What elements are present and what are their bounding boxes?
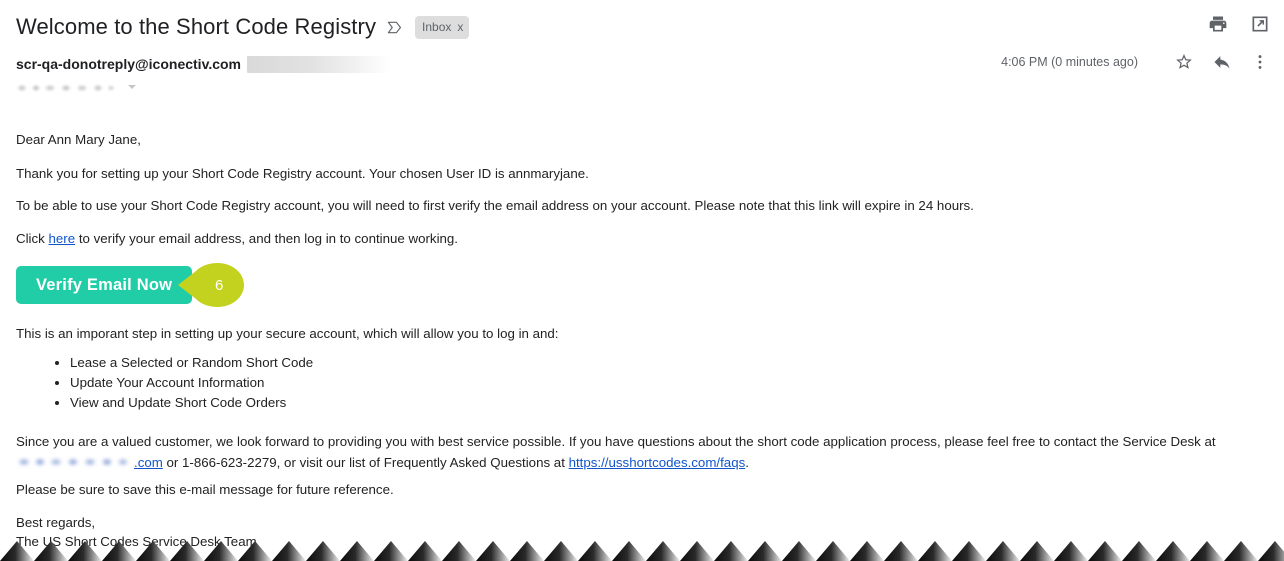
recipient-line[interactable] — [16, 80, 1268, 94]
label-chip-remove-icon[interactable]: x — [457, 21, 463, 33]
more-options-icon[interactable] — [1250, 52, 1270, 72]
body-save-note: Please be sure to save this e-mail messa… — [16, 482, 394, 497]
header-actions — [1208, 14, 1270, 34]
list-item: Update Your Account Information — [70, 373, 313, 393]
sender-detail-redacted — [247, 55, 389, 73]
page-title: Welcome to the Short Code Registry — [16, 14, 377, 39]
message-timestamp: 4:06 PM (0 minutes ago) — [1001, 55, 1138, 69]
here-link[interactable]: here — [49, 231, 76, 246]
reply-icon[interactable] — [1212, 52, 1232, 72]
recipient-redacted — [16, 81, 120, 93]
body-contact-paragraph: Since you are a valued customer, we look… — [16, 431, 1271, 473]
contact-text-part3: . — [745, 455, 749, 470]
click-suffix-text: to verify your email address, and then l… — [75, 231, 459, 246]
message-meta-actions: 4:06 PM (0 minutes ago) — [1001, 52, 1270, 72]
chevron-down-icon[interactable] — [128, 85, 136, 89]
contact-text-part2: or 1-866-623-2279, or visit our list of … — [162, 455, 569, 470]
body-regards: Best regards, — [16, 515, 96, 530]
body-verify-note: To be able to use your Short Code Regist… — [16, 198, 974, 213]
service-desk-email-link[interactable]: .com — [16, 455, 163, 470]
open-in-new-window-icon[interactable] — [1250, 14, 1270, 34]
service-desk-email-suffix: .com — [134, 455, 163, 470]
subject-header: Welcome to the Short Code Registry Inbox… — [0, 0, 1284, 40]
list-item: Lease a Selected or Random Short Code — [70, 353, 313, 373]
print-icon[interactable] — [1208, 14, 1228, 34]
service-desk-email-redacted — [16, 456, 134, 468]
verify-email-now-button[interactable]: Verify Email Now — [16, 266, 193, 304]
label-chip-text: Inbox — [422, 19, 452, 34]
body-thanks-paragraph: Thank you for setting up your Short Code… — [16, 166, 589, 181]
list-item: View and Update Short Code Orders — [70, 393, 313, 413]
star-icon[interactable] — [1174, 52, 1194, 72]
benefits-list: Lease a Selected or Random Short Code Up… — [40, 353, 313, 413]
body-click-line: Click here to verify your email address,… — [16, 232, 458, 245]
faqs-link[interactable]: https://usshortcodes.com/faqs — [569, 455, 746, 470]
message-meta-row: scr-qa-donotreply@iconectiv.com 4:06 PM … — [0, 40, 1284, 94]
cta-group: Verify Email Now 6 — [16, 263, 245, 307]
label-chip-inbox[interactable]: Inbox x — [415, 15, 470, 39]
torn-page-edge — [0, 539, 1284, 561]
body-important-intro: This is an imporant step in setting up y… — [16, 326, 559, 341]
step-callout-number: 6 — [215, 276, 224, 294]
step-callout-badge: 6 — [178, 263, 245, 307]
body-greeting: Dear Ann Mary Jane, — [16, 132, 141, 147]
important-marker-icon[interactable] — [386, 19, 403, 36]
sender-email[interactable]: scr-qa-donotreply@iconectiv.com — [16, 56, 241, 72]
contact-text-part1: Since you are a valued customer, we look… — [16, 434, 1216, 449]
click-prefix-text: Click — [16, 231, 49, 246]
